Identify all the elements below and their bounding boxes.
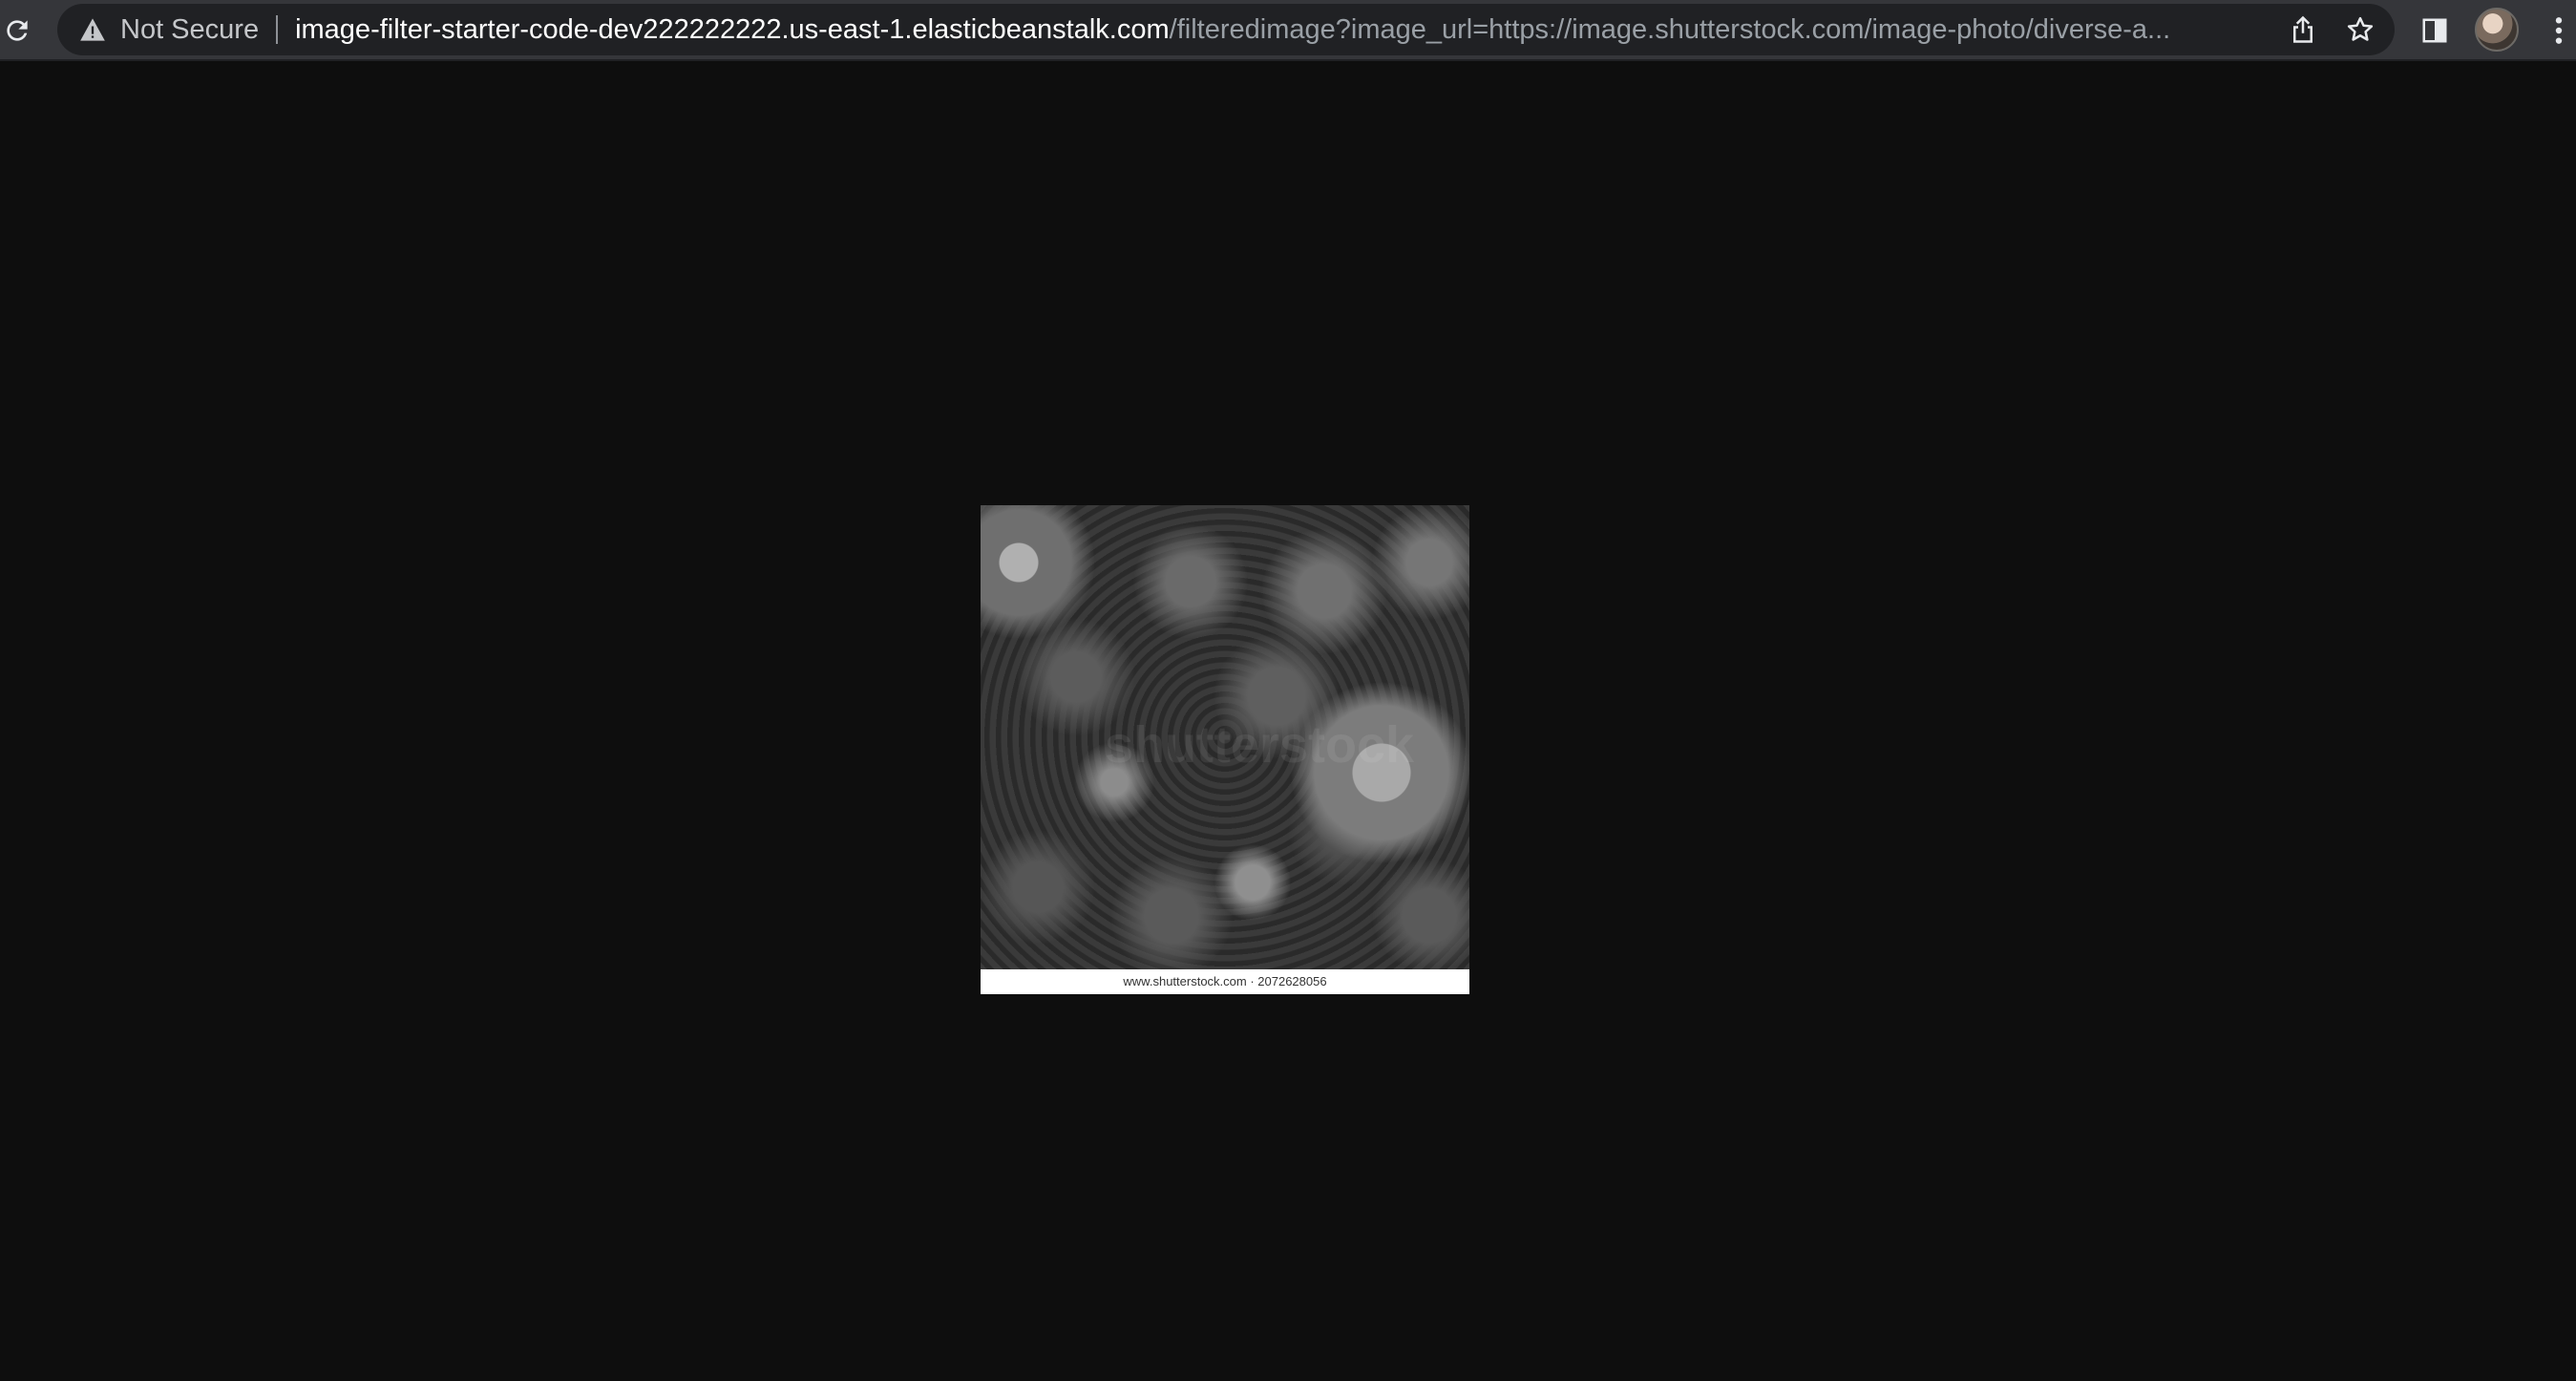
- omnibox-divider: [276, 15, 279, 44]
- security-status-label[interactable]: Not Secure: [120, 14, 259, 46]
- url-text[interactable]: image-filter-starter-code-dev222222222.u…: [295, 14, 2243, 46]
- bookmark-star-icon[interactable]: [2332, 7, 2389, 53]
- omnibox-actions: [2274, 7, 2389, 53]
- side-panel-icon[interactable]: [2412, 8, 2458, 53]
- url-path: /filteredimage?image_url=https://image.s…: [1169, 13, 2171, 45]
- url-host: image-filter-starter-code-dev222222222.u…: [295, 13, 1170, 45]
- filtered-image: shutterstock www.shutterstock.com · 2072…: [981, 505, 1469, 994]
- image-caption-strip: www.shutterstock.com · 2072628056: [981, 969, 1469, 994]
- menu-kebab-icon[interactable]: [2540, 8, 2576, 53]
- avatar[interactable]: [2475, 8, 2519, 52]
- address-bar[interactable]: Not Secure image-filter-starter-code-dev…: [57, 4, 2395, 55]
- watermark-overlay: shutterstock: [1105, 716, 1415, 774]
- browser-toolbar: Not Secure image-filter-starter-code-dev…: [0, 0, 2576, 61]
- warning-triangle-icon[interactable]: [78, 15, 107, 44]
- reload-icon[interactable]: [0, 8, 40, 53]
- share-icon[interactable]: [2274, 7, 2332, 53]
